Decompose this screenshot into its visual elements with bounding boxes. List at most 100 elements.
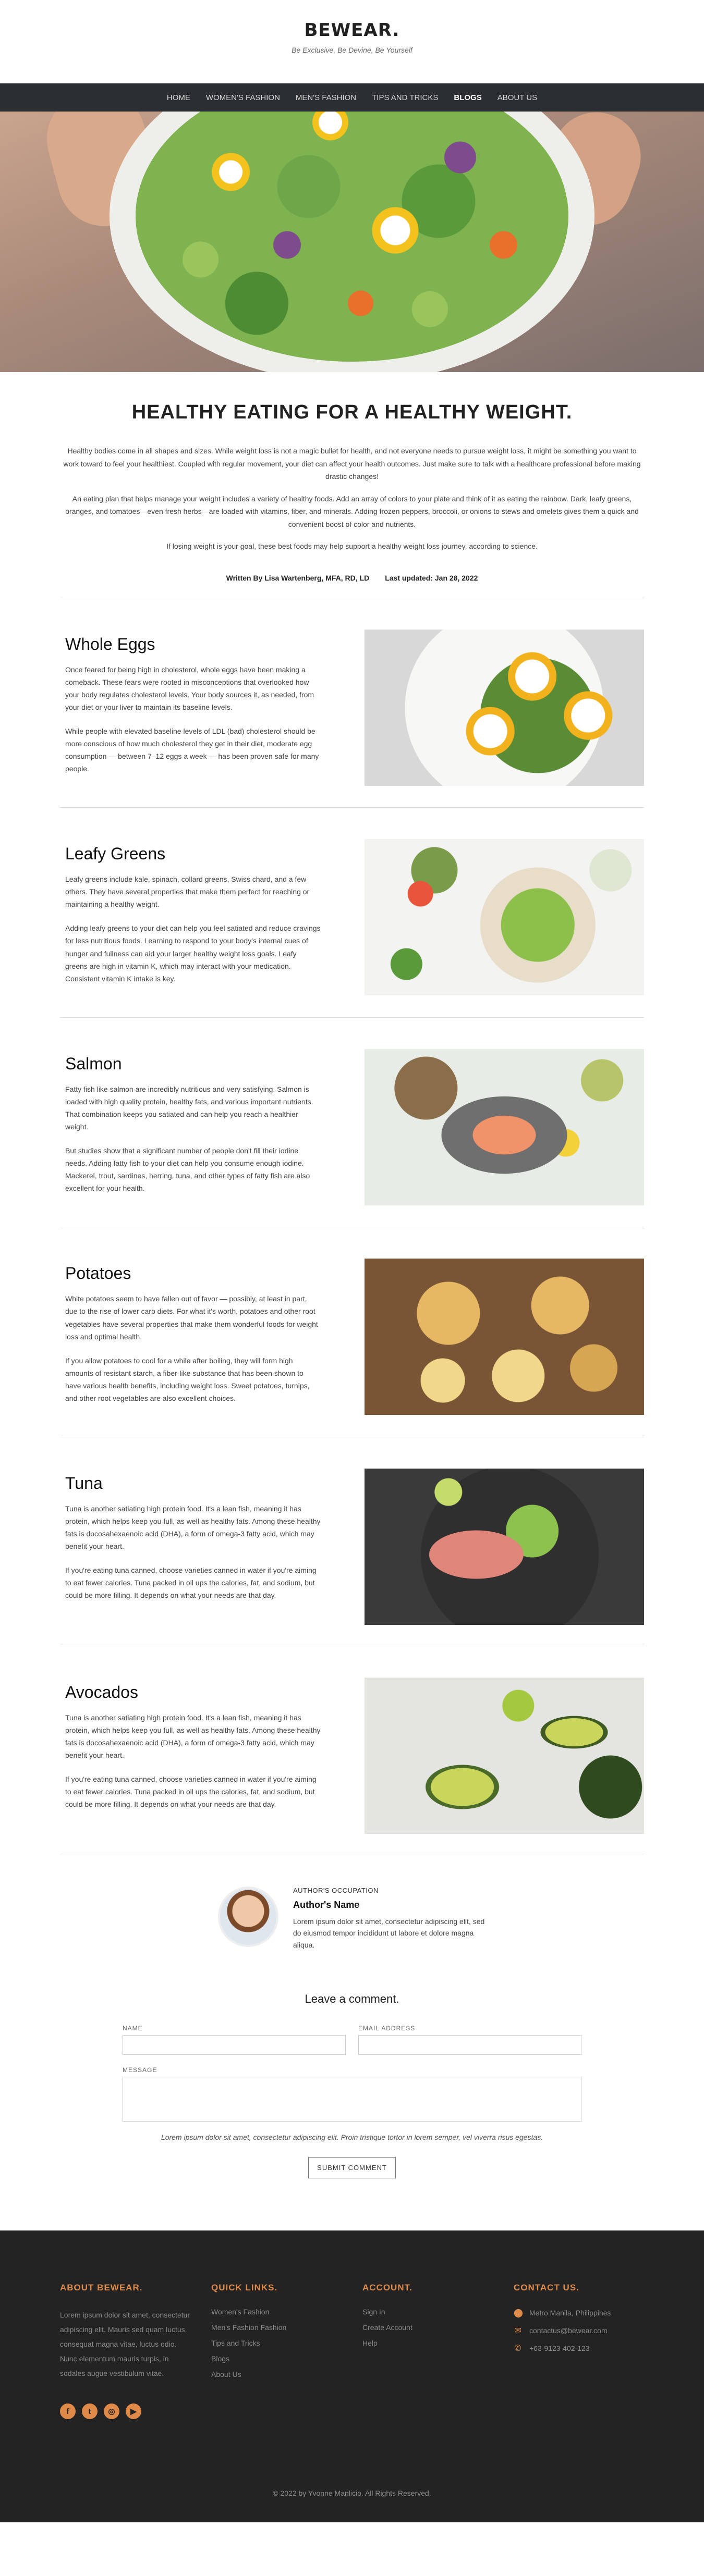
- site-logo[interactable]: BEWEAR.: [0, 20, 704, 41]
- food-section-tuna: Tuna Tuna is another satiating high prot…: [60, 1437, 644, 1646]
- message-field-group: MESSAGE: [123, 2066, 581, 2122]
- message-label: MESSAGE: [123, 2066, 157, 2074]
- article: HEALTHY EATING FOR A HEALTHY WEIGHT. Hea…: [0, 372, 704, 2230]
- food-title: Whole Eggs: [65, 634, 155, 654]
- food-image-eggs: [365, 629, 644, 786]
- contact-item: ✉ contactus@bewear.com: [514, 2325, 644, 2336]
- footer-link[interactable]: Create Account: [362, 2323, 493, 2332]
- byline: Written By Lisa Wartenberg, MFA, RD, LD …: [60, 562, 644, 598]
- author-bio: Lorem ipsum dolor sit amet, consectetur …: [293, 1917, 485, 1949]
- nav-blogs[interactable]: BLOGS: [454, 93, 481, 102]
- comment-row: NAME EMAIL ADDRESS: [123, 2025, 581, 2066]
- footer-link[interactable]: About Us: [211, 2370, 342, 2378]
- intro-paragraph: An eating plan that helps manage your we…: [65, 494, 639, 528]
- twitter-icon[interactable]: t: [82, 2404, 98, 2420]
- submit-wrap: SUBMIT COMMENT: [123, 2157, 581, 2179]
- comment-form: Leave a comment. NAME EMAIL ADDRESS MESS…: [123, 1971, 581, 2230]
- contact-email[interactable]: contactus@bewear.com: [529, 2326, 608, 2335]
- intro-paragraph: Healthy bodies come in all shapes and si…: [63, 447, 641, 480]
- contact-location: Metro Manila, Philippines: [529, 2309, 611, 2318]
- email-input[interactable]: [358, 2035, 581, 2055]
- contact-item: ✆ +63-9123-402-123: [514, 2343, 644, 2353]
- footer-link[interactable]: Men's Fashion Fashion: [211, 2323, 342, 2332]
- name-field-group: NAME: [123, 2025, 346, 2055]
- food-section-whole-eggs: Whole Eggs Once feared for being high in…: [60, 598, 644, 808]
- food-text: Whole Eggs Once feared for being high in…: [60, 630, 321, 787]
- footer-about: ABOUT BEWEAR. Lorem ipsum dolor sit amet…: [60, 2283, 190, 2420]
- footer-contact: CONTACT US. ⬤ Metro Manila, Philippines ✉…: [514, 2283, 644, 2419]
- last-updated: Last updated: Jan 28, 2022: [385, 573, 478, 582]
- email-field-group: EMAIL ADDRESS: [358, 2025, 581, 2055]
- footer-quick-links: QUICK LINKS. Women's Fashion Men's Fashi…: [211, 2283, 342, 2419]
- food-paragraph: If you allow potatoes to cool for a whil…: [65, 1356, 310, 1402]
- footer-account: ACCOUNT. Sign In Create Account Help: [362, 2283, 493, 2419]
- food-section-salmon: Salmon Fatty fish like salmon are incred…: [60, 1018, 644, 1228]
- facebook-icon[interactable]: f: [60, 2404, 76, 2420]
- food-title: Leafy Greens: [65, 844, 166, 864]
- footer-link[interactable]: Tips and Tricks: [211, 2339, 342, 2347]
- food-image-potatoes: [365, 1259, 644, 1415]
- nav-tips-and-tricks[interactable]: TIPS AND TRICKS: [372, 93, 438, 102]
- instagram-icon[interactable]: ◎: [104, 2404, 119, 2420]
- message-textarea[interactable]: [123, 2077, 581, 2122]
- email-label: EMAIL ADDRESS: [358, 2025, 416, 2032]
- food-text: Avocados Tuna is another satiating high …: [60, 1678, 321, 1834]
- contact-phone[interactable]: +63-9123-402-123: [529, 2344, 590, 2352]
- food-text: Potatoes White potatoes seem to have fal…: [60, 1259, 321, 1416]
- footer-quick-title: QUICK LINKS.: [211, 2283, 278, 2293]
- author-credit: Written By Lisa Wartenberg, MFA, RD, LD: [226, 573, 370, 582]
- author-box: AUTHOR'S OCCUPATION Author's Name Lorem …: [0, 1855, 704, 1971]
- youtube-icon[interactable]: ▶: [126, 2404, 141, 2420]
- brand: BEWEAR. Be Exclusive, Be Devine, Be Your…: [0, 0, 704, 83]
- footer-account-title: ACCOUNT.: [362, 2283, 412, 2293]
- nav-about-us[interactable]: ABOUT US: [497, 93, 537, 102]
- nav-womens-fashion[interactable]: WOMEN'S FASHION: [206, 93, 280, 102]
- copyright: © 2022 by Yvonne Manlicio. All Rights Re…: [273, 2489, 431, 2498]
- food-title: Salmon: [65, 1054, 122, 1073]
- social-links: f t ◎ ▶: [60, 2404, 190, 2420]
- article-title: HEALTHY EATING FOR A HEALTHY WEIGHT.: [131, 401, 573, 423]
- food-title: Tuna: [65, 1474, 103, 1493]
- phone-icon: ✆: [514, 2344, 521, 2353]
- site-tagline: Be Exclusive, Be Devine, Be Yourself: [292, 46, 412, 54]
- food-text: Leafy Greens Leafy greens include kale, …: [60, 839, 321, 996]
- nav-home[interactable]: HOME: [167, 93, 190, 102]
- food-paragraph: But studies show that a significant numb…: [65, 1147, 310, 1193]
- food-paragraph: Fatty fish like salmon are incredibly nu…: [65, 1084, 313, 1131]
- footer-link[interactable]: Blogs: [211, 2355, 342, 2363]
- intro-paragraph: If losing weight is your goal, these bes…: [166, 542, 538, 550]
- author-name: Author's Name: [293, 1900, 360, 1910]
- footer-link[interactable]: Help: [362, 2339, 493, 2347]
- food-paragraph: Leafy greens include kale, spinach, coll…: [65, 875, 310, 909]
- footer-link[interactable]: Women's Fashion: [211, 2308, 342, 2316]
- food-text: Salmon Fatty fish like salmon are incred…: [60, 1049, 321, 1206]
- site-footer: ABOUT BEWEAR. Lorem ipsum dolor sit amet…: [0, 2230, 704, 2523]
- author-occupation: AUTHOR'S OCCUPATION: [293, 1887, 379, 1894]
- comment-title: Leave a comment.: [305, 1992, 399, 2006]
- food-paragraph: White potatoes seem to have fallen out o…: [65, 1295, 318, 1341]
- nav-mens-fashion[interactable]: MEN'S FASHION: [296, 93, 356, 102]
- name-input[interactable]: [123, 2035, 346, 2055]
- food-section-avocados: Avocados Tuna is another satiating high …: [60, 1646, 644, 1855]
- comment-note: Lorem ipsum dolor sit amet, consectetur …: [161, 2133, 543, 2142]
- footer-columns: ABOUT BEWEAR. Lorem ipsum dolor sit amet…: [60, 2283, 644, 2420]
- food-text: Tuna Tuna is another satiating high prot…: [60, 1469, 321, 1625]
- food-image-greens: [365, 839, 644, 996]
- footer-link[interactable]: Sign In: [362, 2308, 493, 2316]
- food-title: Avocados: [65, 1683, 138, 1702]
- site-header: BEWEAR. Be Exclusive, Be Devine, Be Your…: [0, 0, 704, 372]
- name-label: NAME: [123, 2025, 143, 2032]
- food-paragraph: Tuna is another satiating high protein f…: [65, 1505, 321, 1551]
- food-paragraph: While people with elevated baseline leve…: [65, 726, 319, 773]
- envelope-icon: ✉: [514, 2326, 521, 2336]
- hero-image: [0, 112, 704, 372]
- food-paragraph: Tuna is another satiating high protein f…: [65, 1714, 321, 1760]
- author-info: AUTHOR'S OCCUPATION Author's Name Lorem …: [293, 1887, 486, 1951]
- food-section-potatoes: Potatoes White potatoes seem to have fal…: [60, 1227, 644, 1437]
- food-paragraph: Once feared for being high in cholestero…: [65, 665, 314, 711]
- food-paragraph: If you're eating tuna canned, choose var…: [65, 1566, 317, 1600]
- footer-about-text: Lorem ipsum dolor sit amet, consectetur …: [60, 2311, 190, 2378]
- submit-comment-button[interactable]: SUBMIT COMMENT: [308, 2157, 396, 2179]
- food-section-leafy-greens: Leafy Greens Leafy greens include kale, …: [60, 808, 644, 1018]
- food-image-tuna: [365, 1469, 644, 1625]
